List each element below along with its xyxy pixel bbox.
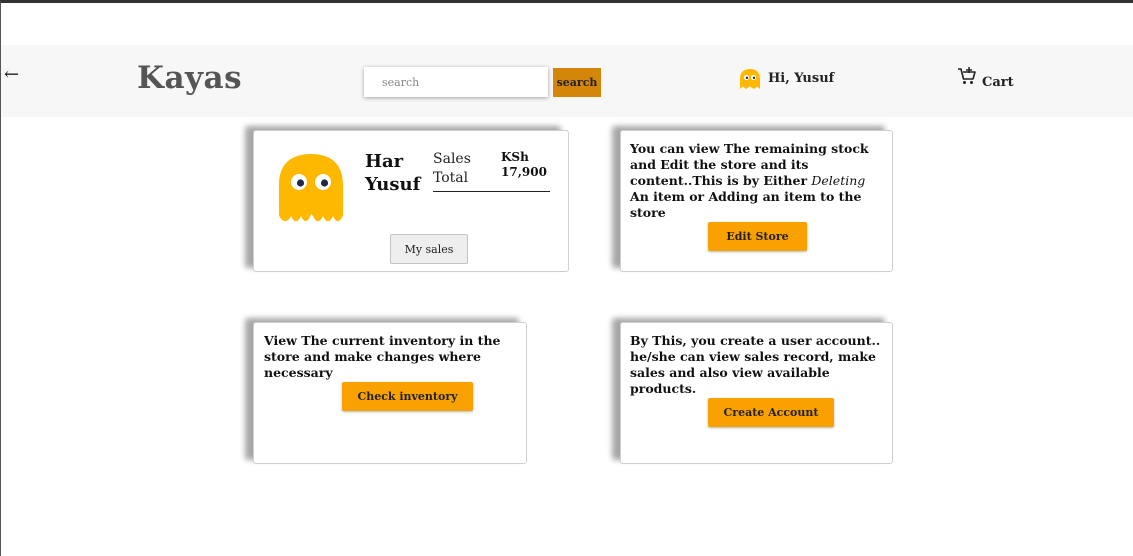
- cart-link[interactable]: Cart: [982, 75, 1014, 90]
- inventory-card: View The current inventory in the store …: [253, 322, 527, 464]
- back-arrow-icon[interactable]: ←: [4, 66, 19, 84]
- create-account-description: By This, you create a user account.. he/…: [630, 333, 881, 396]
- my-sales-button[interactable]: My sales: [390, 234, 468, 264]
- check-inventory-button[interactable]: Check inventory: [342, 382, 473, 411]
- edit-store-description: You can view The remaining stock and Edi…: [630, 141, 869, 220]
- create-account-card: By This, you create a user account.. he/…: [620, 322, 893, 464]
- cart-icon[interactable]: [957, 66, 977, 90]
- search-input[interactable]: [364, 67, 548, 97]
- profile-avatar-icon: [278, 153, 344, 229]
- search-button[interactable]: search: [553, 68, 601, 97]
- profile-card: Har Yusuf Sales Total KSh 17,900 My sale…: [253, 130, 569, 272]
- sales-total-label: Sales Total: [433, 151, 471, 186]
- brand-logo[interactable]: Kayas: [137, 60, 242, 96]
- profile-name: Har Yusuf: [365, 151, 421, 195]
- create-account-button[interactable]: Create Account: [708, 398, 834, 427]
- user-avatar-icon[interactable]: [738, 67, 762, 95]
- sales-total-value: KSh 17,900: [501, 150, 547, 179]
- edit-store-card: You can view The remaining stock and Edi…: [620, 130, 893, 272]
- edit-store-button[interactable]: Edit Store: [708, 222, 807, 251]
- inventory-description: View The current inventory in the store …: [264, 333, 501, 380]
- divider: [433, 191, 550, 192]
- user-greeting[interactable]: Hi, Yusuf: [768, 71, 834, 86]
